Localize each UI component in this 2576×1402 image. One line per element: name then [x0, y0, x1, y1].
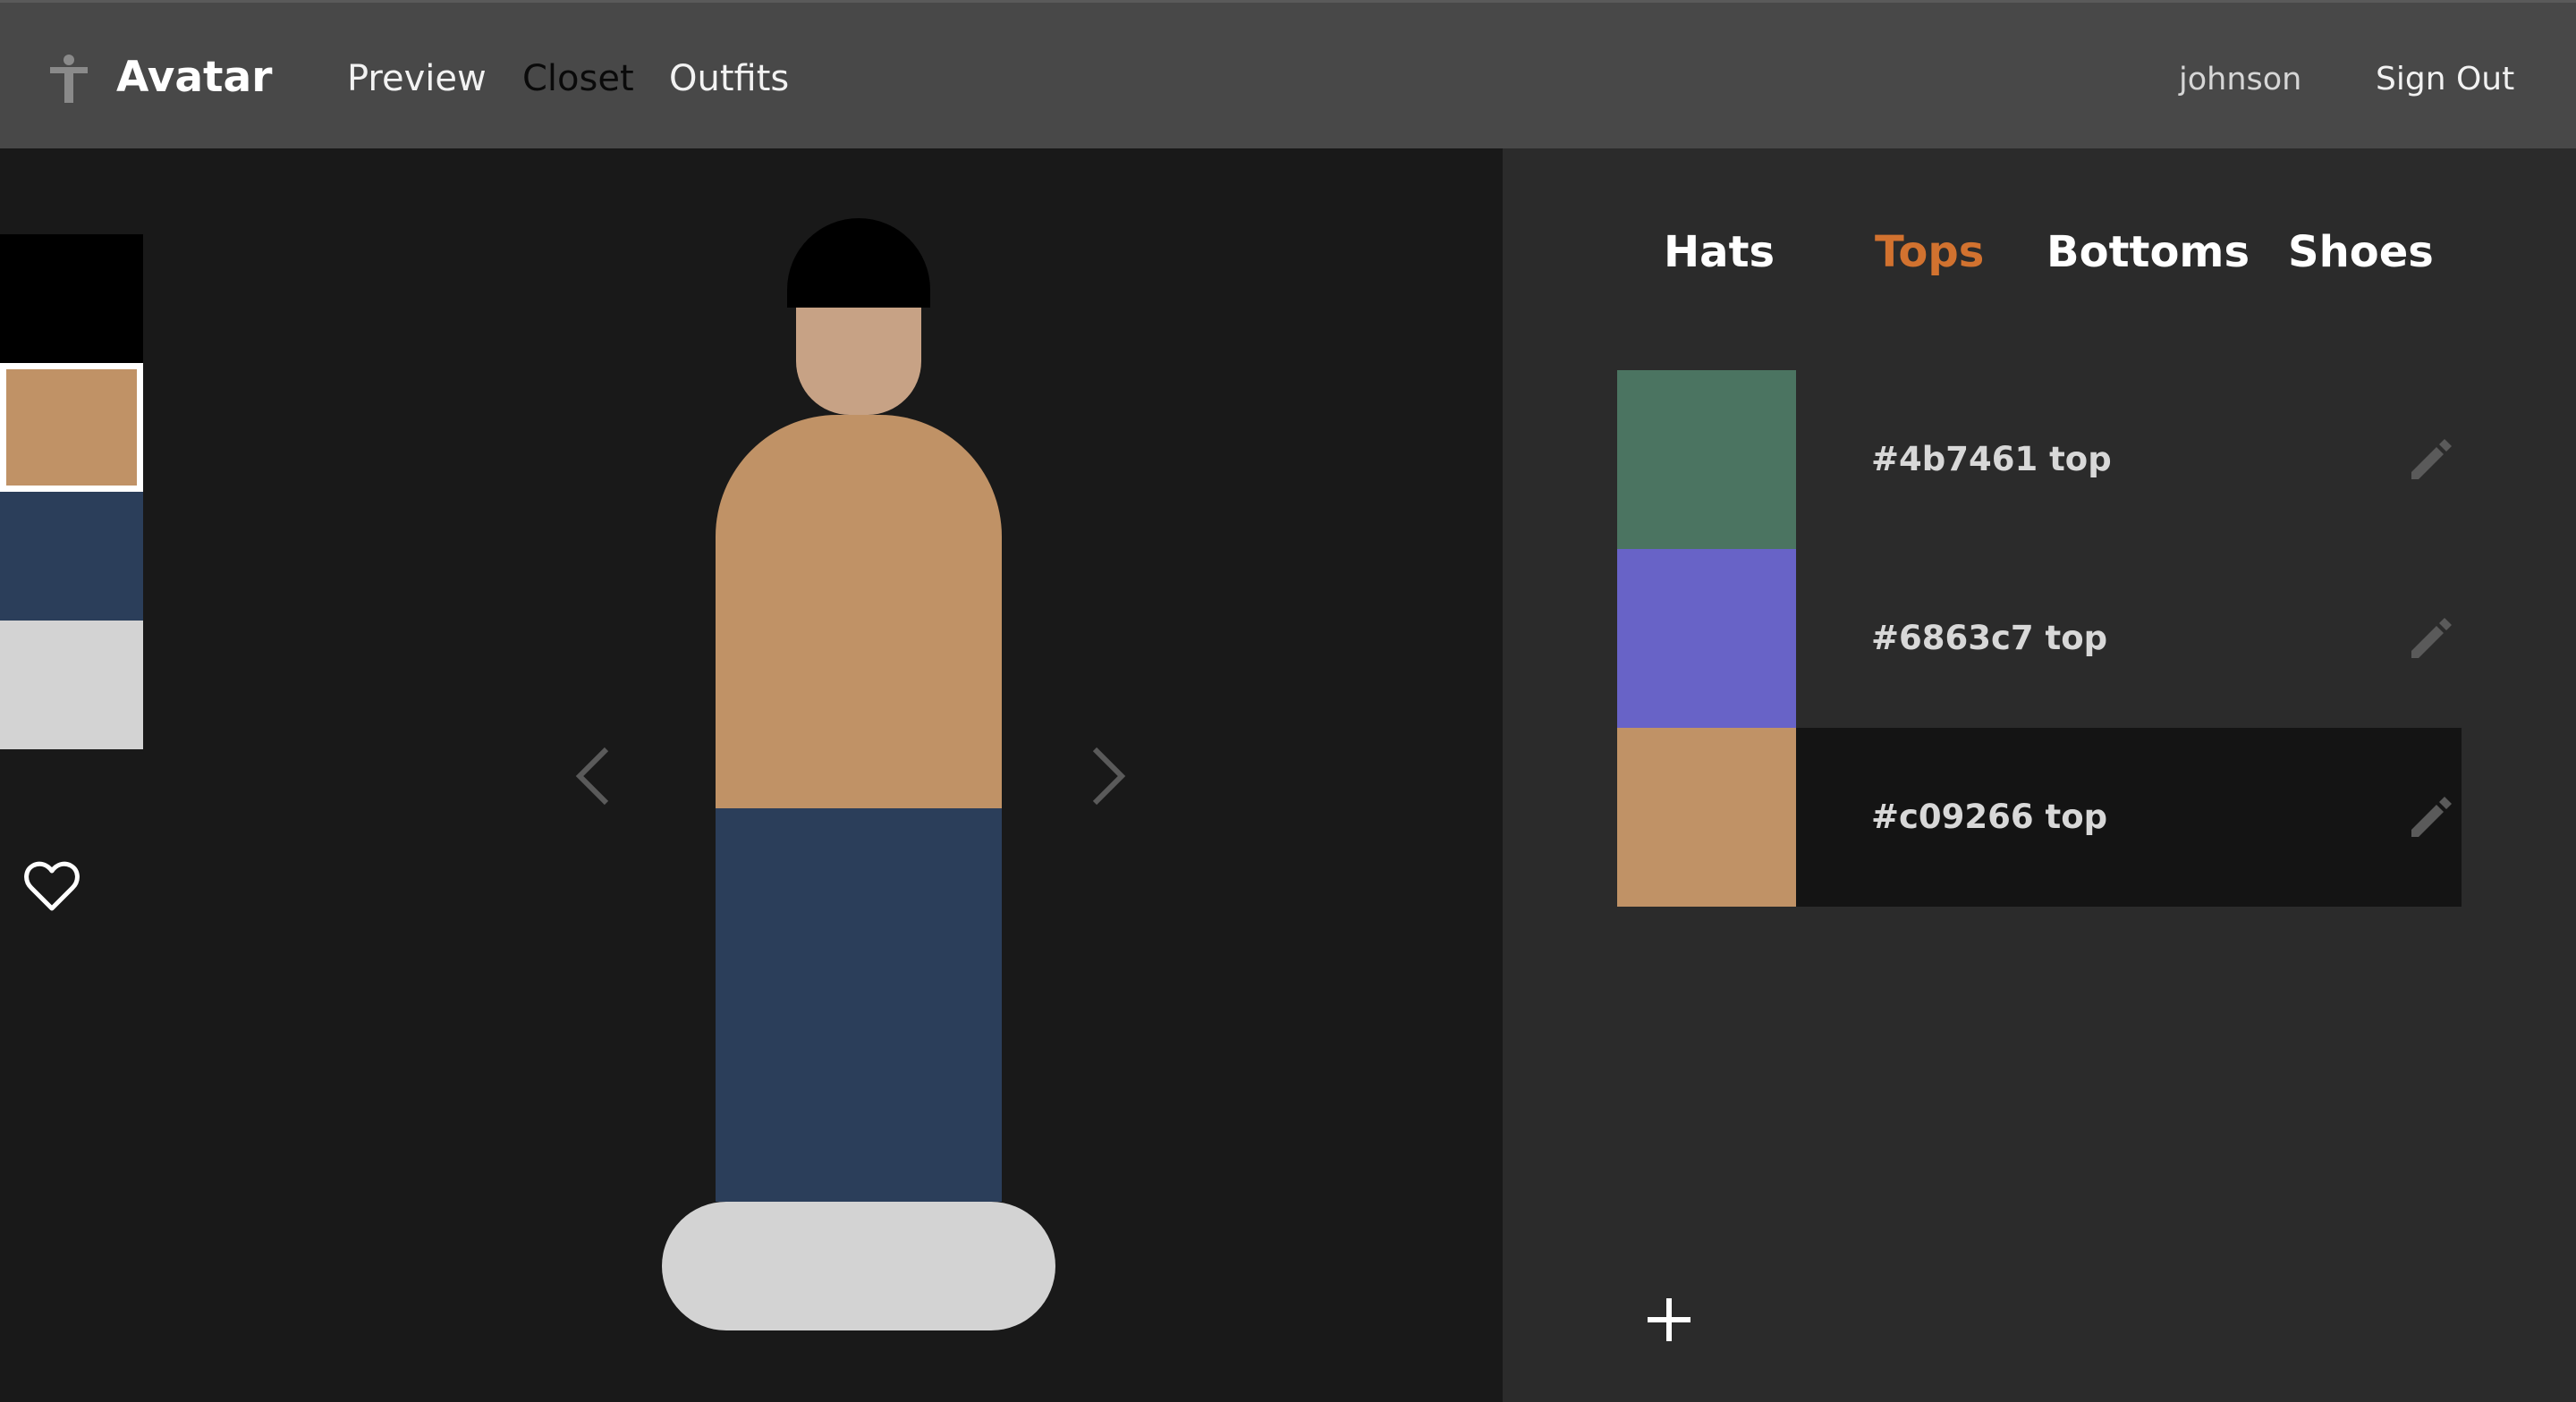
outfit-swatch-strip — [0, 234, 143, 749]
tab-tops[interactable]: Tops — [1875, 224, 1984, 281]
pencil-icon[interactable] — [2404, 433, 2458, 486]
bottoms-swatch[interactable] — [0, 492, 143, 621]
pencil-icon[interactable] — [2404, 612, 2458, 665]
item-color-swatch — [1617, 370, 1796, 549]
top-swatch[interactable] — [0, 363, 143, 492]
brand-name[interactable]: Avatar — [116, 49, 272, 106]
chevron-left-icon[interactable] — [571, 744, 615, 808]
avatar-head — [796, 308, 921, 415]
tab-bottoms[interactable]: Bottoms — [2046, 224, 2250, 281]
closet-item-list: #4b7461 top #6863c7 top #c09266 top — [1617, 370, 2462, 907]
item-label: #6863c7 top — [1871, 619, 2108, 657]
nav-closet-link[interactable]: Closet — [522, 52, 634, 106]
avatar-top — [716, 415, 1002, 808]
tab-shoes[interactable]: Shoes — [2288, 224, 2434, 281]
nav-outfits-link[interactable]: Outfits — [669, 52, 789, 106]
closet-item[interactable]: #c09266 top — [1617, 728, 2462, 907]
sign-out-button[interactable]: Sign Out — [2376, 53, 2514, 106]
closet-item[interactable]: #4b7461 top — [1617, 370, 2462, 549]
item-label: #c09266 top — [1871, 798, 2108, 836]
avatar-shoes — [662, 1202, 1055, 1330]
username-label: johnson — [2179, 62, 2302, 97]
avatar-hat — [787, 218, 930, 308]
item-label: #4b7461 top — [1871, 440, 2112, 478]
plus-icon[interactable] — [1644, 1295, 1694, 1345]
item-color-swatch — [1617, 549, 1796, 728]
shoes-swatch[interactable] — [0, 621, 143, 749]
nav-preview-link[interactable]: Preview — [347, 52, 487, 106]
heart-outline-icon[interactable] — [23, 858, 80, 916]
avatar-preview-area — [0, 148, 1503, 1402]
avatar-bottoms — [716, 808, 1002, 1202]
chevron-right-icon[interactable] — [1086, 744, 1131, 808]
closet-item[interactable]: #6863c7 top — [1617, 549, 2462, 728]
hat-swatch[interactable] — [0, 234, 143, 363]
pencil-icon[interactable] — [2404, 790, 2458, 844]
tab-hats[interactable]: Hats — [1664, 224, 1775, 281]
top-navigation-bar: Avatar Preview Closet Outfits johnson Si… — [0, 0, 2576, 148]
closet-panel: Hats Tops Bottoms Shoes #4b7461 top #686… — [1503, 148, 2576, 1402]
item-color-swatch — [1617, 728, 1796, 907]
accessibility-person-icon — [50, 55, 88, 103]
